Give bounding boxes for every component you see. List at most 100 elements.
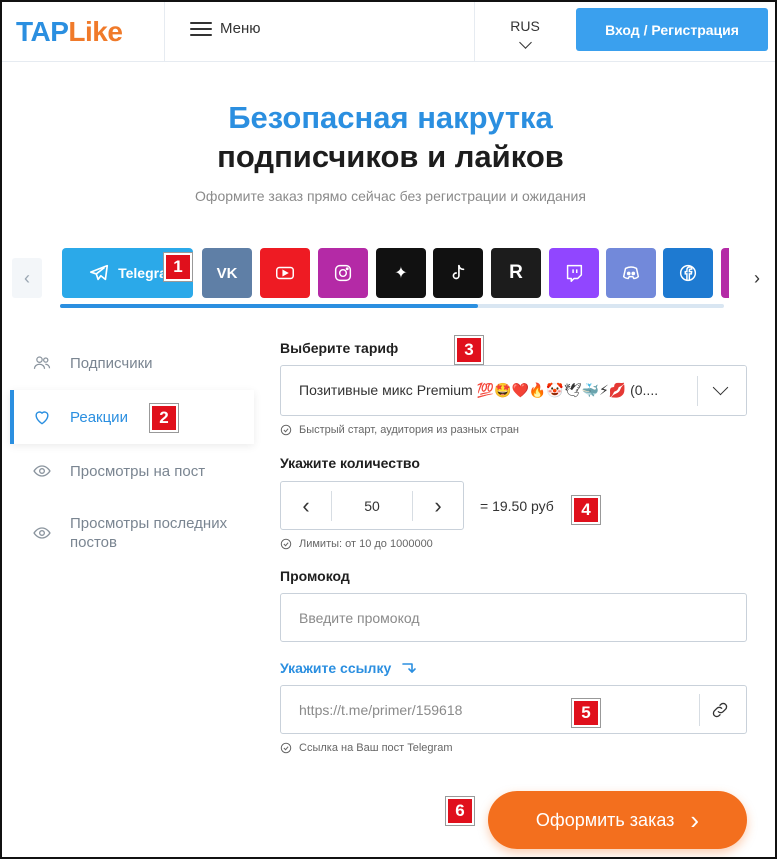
tariff-label: Выберите тариф [280, 340, 399, 356]
sidebar-item-post-views[interactable]: Просмотры на пост [10, 444, 254, 498]
marker-3: 3 [455, 336, 483, 364]
telegram-icon [90, 264, 109, 281]
menu-button[interactable]: Меню [190, 20, 261, 37]
check-circle-icon [280, 538, 292, 550]
chevron-right-icon: › [754, 267, 760, 288]
sidebar-item-label: Просмотры последних постов [70, 515, 228, 551]
order-form: Выберите тариф Позитивные микс Premium 💯… [280, 340, 748, 754]
header-divider [474, 2, 475, 62]
link-input[interactable]: https://t.me/primer/159618 [280, 685, 747, 734]
platform-instagram[interactable] [318, 248, 368, 298]
page-title-line1: Безопасная накрутка [228, 100, 553, 135]
quantity-price: = 19.50 руб [480, 497, 554, 514]
tariff-hint-text: Быстрый старт, аудитория из разных стран [299, 424, 520, 436]
header-divider [164, 2, 165, 62]
submit-order-button[interactable]: Оформить заказ › [488, 791, 747, 849]
platform-youtube[interactable] [260, 248, 310, 298]
marker-6: 6 [446, 797, 474, 825]
heart-icon [35, 411, 49, 425]
platform-next-partial[interactable] [721, 248, 729, 298]
platform-carousel: ‹ Telegra VK ✦ R › [12, 248, 772, 308]
logo-tap-text: TAP [16, 16, 69, 47]
marker-5: 5 [572, 699, 600, 727]
chevron-down-icon [518, 36, 532, 49]
marker-2: 2 [150, 404, 178, 432]
quantity-stepper: ‹ 50 › [280, 481, 464, 530]
twitch-icon [566, 264, 583, 282]
tariff-select[interactable]: Позитивные микс Premium 💯🤩❤️🔥🤡🕊🐳⚡💋 (0...… [280, 365, 747, 416]
quantity-hint: Лимиты: от 10 до 1000000 [280, 538, 748, 550]
language-label: RUS [510, 18, 540, 34]
input-divider [699, 694, 700, 726]
link-placeholder: https://t.me/primer/159618 [299, 701, 463, 718]
link-hint: Ссылка на Ваш пост Telegram [280, 742, 748, 754]
instagram-icon [334, 264, 352, 282]
sidebar-item-label: Реакции [70, 408, 128, 426]
hamburger-icon [190, 21, 212, 36]
page-title-line2: подписчиков и лайков [217, 139, 564, 174]
tiktok-icon [452, 264, 465, 280]
quantity-decrease-button[interactable]: ‹ [281, 482, 331, 529]
quantity-input[interactable]: 50 [332, 498, 412, 514]
sidebar-item-label: Подписчики [70, 354, 153, 372]
sidebar-item-subscribers[interactable]: Подписчики [10, 336, 254, 390]
platform-rutube[interactable]: R [491, 248, 541, 298]
carousel-scroll-track [60, 304, 724, 308]
header: TAPLike Меню RUS Вход / Регистрация [2, 2, 775, 62]
carousel-scroll-fill [60, 304, 479, 308]
promo-label: Промокод [280, 568, 350, 584]
chevron-left-icon: ‹ [24, 267, 30, 288]
sidebar-item-reactions[interactable]: Реакции [10, 390, 254, 444]
platform-telegram-label: Telegra [118, 265, 167, 281]
hero: Безопасная накрутка подписчиков и лайков… [2, 98, 775, 204]
link-hint-text: Ссылка на Ваш пост Telegram [299, 742, 453, 754]
link-label: Укажите ссылку [280, 660, 748, 676]
tariff-value: Позитивные микс Premium 💯🤩❤️🔥🤡🕊🐳⚡💋 (0...… [299, 382, 659, 398]
check-circle-icon [280, 742, 292, 754]
sidebar-item-label: Просмотры на пост [70, 462, 206, 480]
users-icon [33, 356, 51, 369]
carousel-next-button[interactable]: › [742, 258, 772, 298]
logo[interactable]: TAPLike [16, 16, 123, 48]
discord-icon [622, 266, 640, 280]
menu-label: Меню [220, 20, 261, 37]
page-subtitle: Оформите заказ прямо сейчас без регистра… [195, 188, 586, 204]
sidebar-item-recent-posts-views[interactable]: Просмотры последних постов [10, 498, 254, 568]
platform-threads[interactable]: ✦ [376, 248, 426, 298]
platform-facebook[interactable] [663, 248, 713, 298]
submit-order-label: Оформить заказ [535, 809, 675, 830]
language-selector[interactable]: RUS [510, 18, 540, 49]
tariff-hint: Быстрый старт, аудитория из разных стран [280, 424, 748, 436]
eye-icon [33, 465, 51, 477]
quantity-row: ‹ 50 › = 19.50 руб [280, 481, 748, 530]
service-sidebar: Подписчики Реакции Просмотры на пост Про… [10, 336, 254, 568]
logo-like-text: Like [68, 16, 123, 47]
check-circle-icon [280, 424, 292, 436]
quantity-hint-text: Лимиты: от 10 до 1000000 [299, 538, 433, 550]
marker-1: 1 [164, 253, 192, 281]
chevron-left-icon: ‹ [302, 492, 310, 518]
chevron-right-icon: › [690, 805, 700, 835]
page-title: Безопасная накрутка подписчиков и лайков [2, 98, 775, 176]
eye-icon [33, 527, 51, 539]
platform-tiktok[interactable] [433, 248, 483, 298]
login-register-button[interactable]: Вход / Регистрация [576, 8, 768, 51]
arrow-turn-down-icon [402, 663, 417, 673]
platform-discord[interactable] [606, 248, 656, 298]
chevron-right-icon: › [434, 492, 442, 518]
sparkle-icon: ✦ [394, 265, 408, 282]
facebook-icon [679, 264, 697, 282]
quantity-increase-button[interactable]: › [413, 482, 463, 529]
promo-input[interactable]: Введите промокод [280, 593, 747, 642]
vk-icon: VK [216, 264, 238, 282]
platform-twitch[interactable] [549, 248, 599, 298]
youtube-icon [276, 266, 294, 280]
link-icon[interactable] [710, 700, 730, 720]
carousel-prev-button[interactable]: ‹ [12, 258, 42, 298]
page-frame: TAPLike Меню RUS Вход / Регистрация Безо… [0, 0, 777, 859]
quantity-label: Укажите количество [280, 455, 420, 471]
promo-placeholder: Введите промокод [299, 609, 420, 626]
rutube-icon: R [509, 262, 523, 283]
marker-4: 4 [572, 496, 600, 524]
platform-vk[interactable]: VK [202, 248, 252, 298]
